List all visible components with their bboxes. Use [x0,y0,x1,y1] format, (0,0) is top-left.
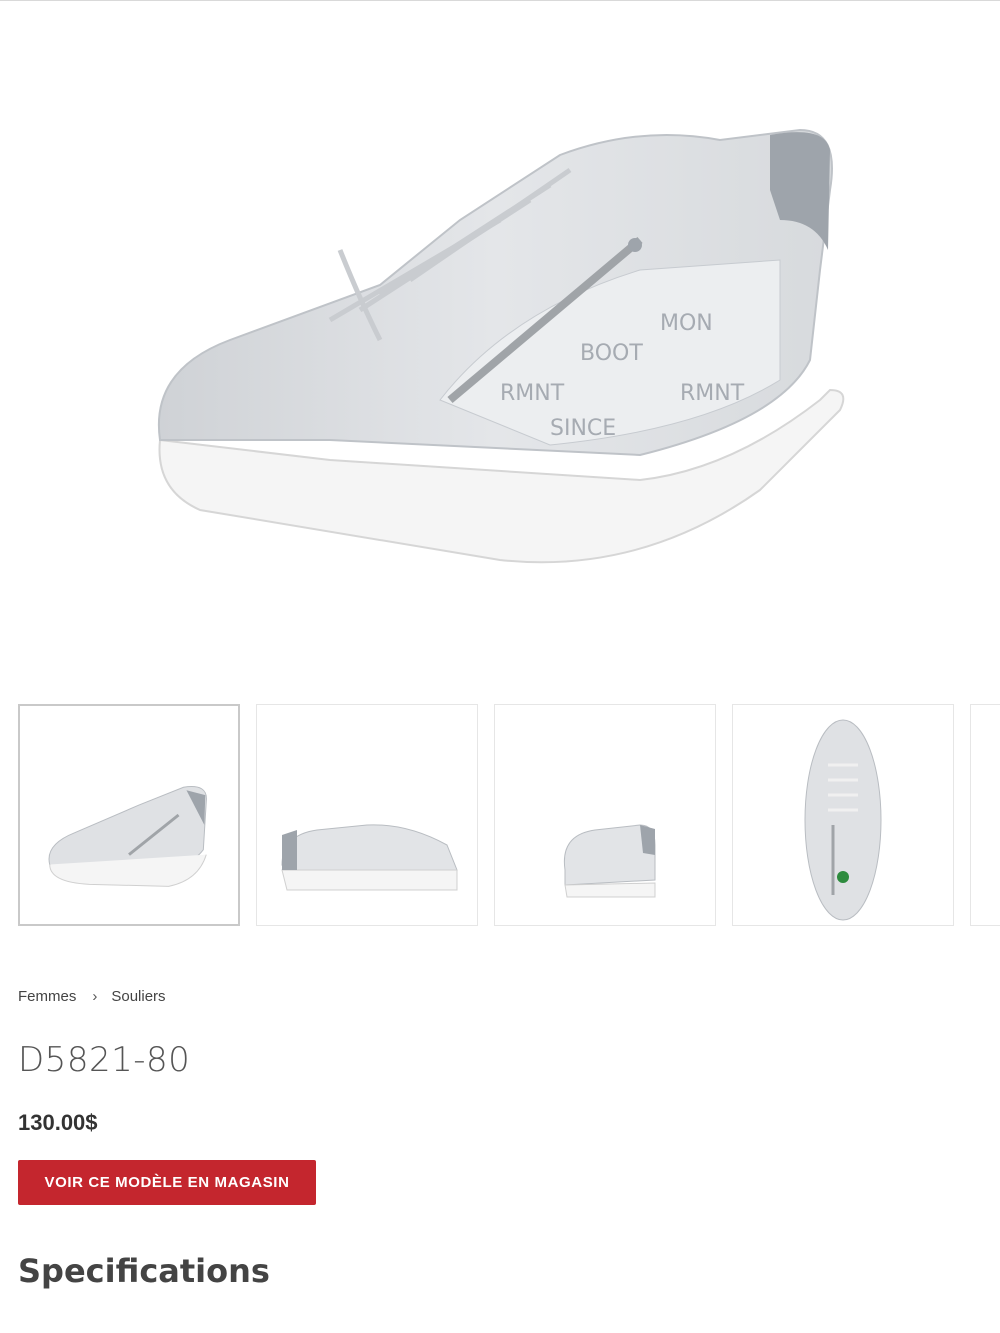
shoe-image: RMNT BOOT MON SINCE RMNT [157,128,845,564]
svg-text:BOOT: BOOT [580,341,643,366]
shoe-angle-thumb [48,786,207,887]
specifications-heading: Specifications [18,1252,270,1290]
thumbnail-more-view[interactable] [970,704,1000,926]
thumbnail-back-view[interactable] [494,704,716,926]
product-price: 130.00$ [18,1110,98,1135]
shoe-side-thumb [281,824,458,891]
top-divider [0,0,1000,1]
shoe-top-thumb [804,719,882,921]
thumbnail-strip[interactable] [18,704,1000,930]
svg-text:MON: MON [660,311,713,336]
product-title: D5821-80 [18,1040,191,1080]
product-main-image[interactable]: RMNT BOOT MON SINCE RMNT [80,70,920,630]
thumbnail-side-view[interactable] [256,704,478,926]
breadcrumb: Femmes › Souliers [18,988,166,1005]
breadcrumb-item-femmes[interactable]: Femmes [18,988,76,1005]
breadcrumb-item-souliers[interactable]: Souliers [111,988,165,1005]
svg-text:RMNT: RMNT [680,381,745,406]
svg-text:SINCE: SINCE [550,416,616,441]
thumbnail-angle-view[interactable] [18,704,240,926]
svg-text:RMNT: RMNT [500,381,565,406]
thumbnail-top-view[interactable] [732,704,954,926]
breadcrumb-separator-icon: › [92,988,98,1005]
view-in-store-button[interactable]: VOIR CE MODÈLE EN MAGASIN [18,1160,316,1205]
shoe-back-thumb [563,824,656,898]
